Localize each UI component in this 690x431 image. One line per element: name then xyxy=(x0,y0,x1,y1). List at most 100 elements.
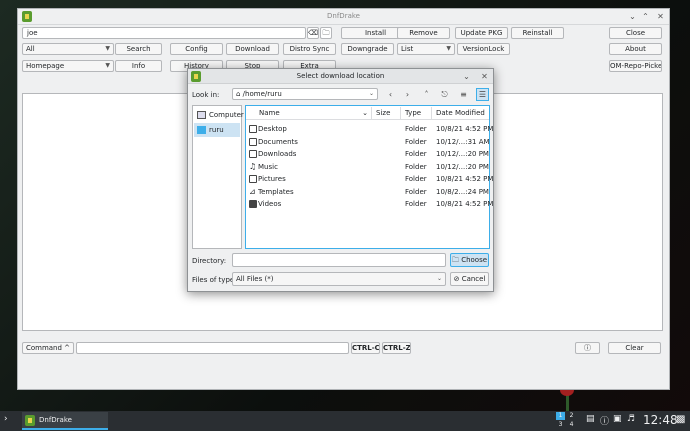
list-view-icon[interactable]: ≡ xyxy=(458,89,469,100)
file-row[interactable]: ♫ Music Folder 10/12/...:20 PM xyxy=(246,161,489,173)
choose-button[interactable]: 🗀 Choose xyxy=(450,253,489,267)
clipboard-icon[interactable]: ▤ xyxy=(586,414,595,424)
look-in-label: Look in: xyxy=(192,91,220,99)
launcher-icon[interactable]: › xyxy=(4,414,8,424)
file-date: 10/12/...:20 PM xyxy=(436,163,489,171)
reinstall-button[interactable]: Reinstall xyxy=(511,27,564,39)
taskbar-app-dnfdrake[interactable]: DnfDrake xyxy=(22,412,108,430)
ctrl-z-button[interactable]: CTRL-Z xyxy=(382,342,411,354)
file-row[interactable]: ⊿ Templates Folder 10/8/2...:24 PM xyxy=(246,186,489,198)
file-type: Folder xyxy=(405,200,427,208)
notifications-icon[interactable]: ⓘ xyxy=(600,414,609,427)
files-of-type-label: Files of type: xyxy=(192,276,237,284)
file-name: Pictures xyxy=(258,175,286,183)
dialog-title: Select download location xyxy=(296,72,385,80)
chevron-down-icon: ▼ xyxy=(446,45,451,52)
file-date: 10/8/21 4:52 PM xyxy=(436,175,494,183)
filter-select-value: All xyxy=(26,45,35,53)
command-input[interactable] xyxy=(76,342,349,354)
home-icon: ⌂ xyxy=(236,90,243,98)
om-repo-picker-button[interactable]: OM-Repo-Picker xyxy=(609,60,662,72)
downgrade-button[interactable]: Downgrade xyxy=(341,43,394,55)
place-computer[interactable]: Computer xyxy=(194,108,244,122)
pager-desktop-3[interactable]: 3 xyxy=(556,421,565,429)
chevron-down-icon: ⌄ xyxy=(436,275,442,282)
file-type: Folder xyxy=(405,125,427,133)
parent-directory-icon[interactable]: ˄ xyxy=(421,89,432,100)
about-button[interactable]: About xyxy=(609,43,662,55)
search-input[interactable]: joe xyxy=(22,27,306,39)
file-date: 10/8/21 4:52 PM xyxy=(436,200,494,208)
file-row[interactable]: Pictures Folder 10/8/21 4:52 PM xyxy=(246,173,493,185)
cancel-button-label: Cancel xyxy=(461,275,486,283)
search-button[interactable]: Search xyxy=(115,43,162,55)
chevron-down-icon[interactable]: ⌄ xyxy=(627,11,638,22)
column-name-label: Name xyxy=(259,109,280,117)
file-list[interactable]: Name ⌄ Size Type Date Modified Desktop Fo… xyxy=(245,105,493,249)
folder-icon[interactable]: 🗀 xyxy=(320,27,332,39)
homepage-select[interactable]: Homepage ▼ xyxy=(22,60,114,72)
window-title: DnfDrake xyxy=(327,12,360,20)
folder-icon: 🗀 xyxy=(451,256,462,264)
directory-input[interactable] xyxy=(232,253,446,267)
pager-desktop-4[interactable]: 4 xyxy=(567,421,576,429)
file-row[interactable]: Desktop Folder 10/8/21 4:52 PM xyxy=(246,123,493,135)
file-row[interactable]: Documents Folder 10/12/...:31 AM xyxy=(246,136,490,148)
network-icon[interactable]: ▣ xyxy=(613,414,622,424)
cancel-button[interactable]: ⊘ Cancel xyxy=(450,272,489,286)
column-type[interactable]: Type xyxy=(401,107,432,120)
close-window-icon[interactable]: ✕ xyxy=(655,11,666,22)
forward-arrow-icon[interactable]: › xyxy=(402,89,413,100)
chevron-down-icon: ⌄ xyxy=(368,90,374,97)
clear-input-icon[interactable]: ⌫ xyxy=(307,27,319,39)
choose-button-label: Choose xyxy=(461,256,488,264)
file-type: Folder xyxy=(405,138,427,146)
look-in-path: /home/ruru xyxy=(242,90,282,98)
column-date-modified[interactable]: Date Modified xyxy=(432,107,489,120)
distro-sync-button[interactable]: Distro Sync xyxy=(283,43,336,55)
detail-view-icon[interactable]: ☰ xyxy=(476,88,489,101)
pager-desktop-1[interactable]: 1 xyxy=(556,412,565,420)
list-select-value: List xyxy=(401,45,414,53)
dialog-titlebar: Select download location ⌄ ✕ xyxy=(188,69,493,84)
download-button[interactable]: Download xyxy=(226,43,279,55)
maximize-icon[interactable]: ⌃ xyxy=(640,11,651,22)
column-size[interactable]: Size xyxy=(372,107,401,120)
documents-folder-icon xyxy=(249,138,257,146)
close-button[interactable]: Close xyxy=(609,27,662,39)
info-button[interactable]: Info xyxy=(115,60,162,72)
titlebar: DnfDrake ⌄ ⌃ ✕ xyxy=(18,9,669,25)
look-in-select[interactable]: ⌂ /home/ruru ⌄ xyxy=(232,88,378,100)
place-ruru[interactable]: ruru xyxy=(194,123,240,137)
clear-button[interactable]: Clear xyxy=(608,342,661,354)
update-pkg-button[interactable]: Update PKG xyxy=(455,27,508,39)
file-row[interactable]: Downloads Folder 10/12/...:20 PM xyxy=(246,148,489,160)
remove-button[interactable]: Remove xyxy=(397,27,450,39)
file-date: 10/12/...:31 AM xyxy=(436,138,490,146)
videos-folder-icon xyxy=(249,200,257,208)
clock[interactable]: 12:48 xyxy=(643,413,678,427)
filter-select[interactable]: All ▼ xyxy=(22,43,114,55)
command-button[interactable]: Command ^ xyxy=(22,342,74,354)
list-select[interactable]: List ▼ xyxy=(397,43,455,55)
file-name: Music xyxy=(258,163,278,171)
info-circle-icon[interactable]: ⓘ xyxy=(575,342,600,354)
places-sidebar: Computer ruru xyxy=(192,105,244,249)
desktop-folder-icon xyxy=(249,125,257,133)
files-of-type-select[interactable]: All Files (*) ⌄ xyxy=(232,272,446,286)
config-button[interactable]: Config xyxy=(170,43,223,55)
column-name[interactable]: Name ⌄ xyxy=(246,107,372,120)
trash-icon[interactable]: ▩ xyxy=(676,414,685,425)
chevron-down-icon[interactable]: ⌄ xyxy=(461,71,472,82)
versionlock-button[interactable]: VersionLock xyxy=(457,43,510,55)
volume-icon[interactable]: ♬ xyxy=(627,414,635,424)
ctrl-c-button[interactable]: CTRL-C xyxy=(351,342,380,354)
close-dialog-icon[interactable]: ✕ xyxy=(479,71,490,82)
file-row[interactable]: Videos Folder 10/8/21 4:52 PM xyxy=(246,198,493,210)
pager-desktop-2[interactable]: 2 xyxy=(567,412,576,420)
new-folder-icon[interactable]: ⎋ xyxy=(439,89,450,100)
chevron-down-icon: ▼ xyxy=(105,62,110,69)
back-arrow-icon[interactable]: ‹ xyxy=(385,89,396,100)
file-type: Folder xyxy=(405,163,427,171)
chevron-down-icon: ▼ xyxy=(105,45,110,52)
